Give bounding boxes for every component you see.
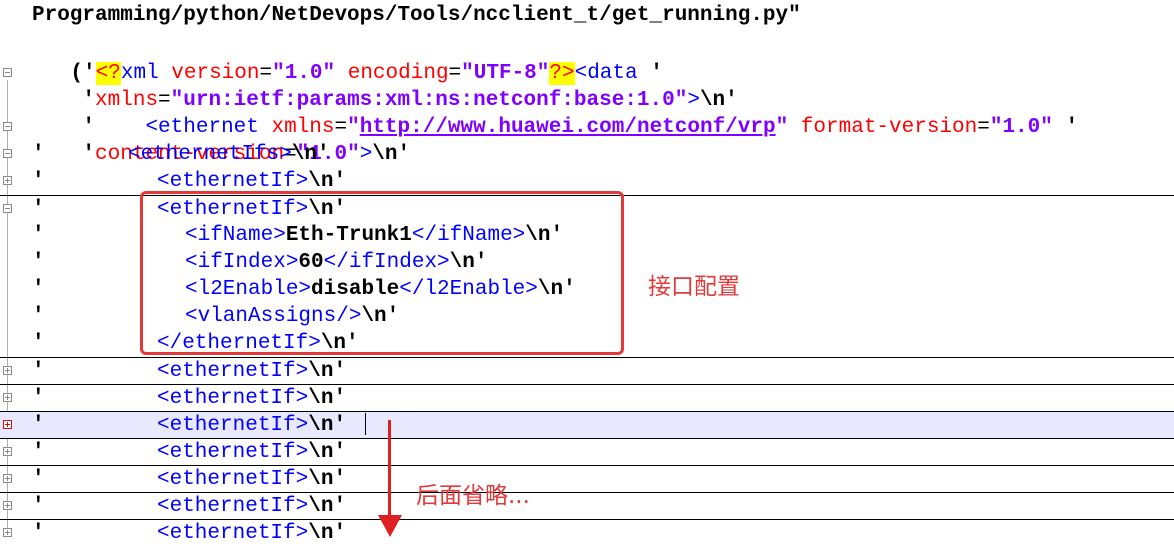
newline-escape: \n [308, 441, 334, 464]
ethernetIf-tag: <ethernetIf> [157, 170, 309, 193]
ethernetIf-tag: <ethernetIf> [157, 414, 309, 437]
quote: ' [333, 170, 347, 193]
quote: ' [32, 143, 45, 166]
ethernetIf-tag: <ethernetIf> [157, 522, 309, 545]
quote: ' [32, 224, 45, 247]
fold-minus-icon[interactable] [3, 68, 12, 77]
down-arrow-head-icon [378, 515, 402, 537]
code-line-1[interactable]: ('<?xml version="1.0" encoding="UTF-8"?>… [0, 33, 1174, 85]
quote: ' [32, 278, 45, 301]
quote: ' [317, 143, 330, 166]
newline-escape: \n [308, 170, 334, 193]
quote: ' [32, 468, 45, 491]
quote: ' [32, 360, 45, 383]
code-line-18[interactable]: ' <ethernetIf>\n' [0, 492, 1174, 519]
ethernetIf-tag: <ethernetIf> [157, 441, 309, 464]
fold-minus-icon[interactable] [3, 149, 12, 158]
fold-plus-icon[interactable] [3, 501, 12, 510]
quote: ' [333, 360, 347, 383]
newline-escape: \n [291, 143, 318, 166]
fold-minus-icon[interactable] [3, 204, 12, 213]
fold-plus-icon[interactable] [3, 447, 12, 456]
quote: ' [32, 170, 45, 193]
interface-config-annotation: 接口配置 [648, 274, 740, 300]
text-cursor [365, 413, 366, 435]
omitted-annotation: 后面省略... [416, 483, 530, 509]
fold-plus-icon[interactable] [3, 366, 12, 375]
quote: ' [32, 522, 45, 545]
code-line-3[interactable]: ' <ethernet xmlns="http://www.huawei.com… [0, 87, 1174, 139]
quote: ' [333, 387, 347, 410]
quote: ' [333, 414, 347, 437]
code-line-16[interactable]: ' <ethernetIf>\n' [0, 438, 1174, 465]
ethernetIfs-tag: <ethernetIfs> [128, 143, 292, 166]
interface-config-highlight-box [140, 191, 624, 355]
quote: ' [333, 468, 347, 491]
code-line-19[interactable]: ' <ethernetIf>\n' [0, 519, 1174, 546]
fold-plus-icon[interactable] [3, 393, 12, 402]
newline-escape: \n [308, 495, 334, 518]
code-line-17[interactable]: ' <ethernetIf>\n' [0, 465, 1174, 492]
quote: ' [333, 441, 347, 464]
newline-escape: \n [308, 414, 334, 437]
quote: ' [32, 441, 45, 464]
ethernetIf-tag: <ethernetIf> [157, 360, 309, 383]
fold-plus-icon[interactable] [3, 528, 12, 537]
quote: ' [32, 305, 45, 328]
quote: ' [32, 414, 45, 437]
code-line-14[interactable]: ' <ethernetIf>\n' [0, 384, 1174, 411]
newline-escape: \n [308, 360, 334, 383]
quote: ' [333, 495, 347, 518]
newline-escape: \n [308, 387, 334, 410]
ethernetIf-tag: <ethernetIf> [157, 387, 309, 410]
code-line-13[interactable]: ' <ethernetIf>\n' [0, 357, 1174, 384]
quote: ' [32, 332, 45, 355]
fold-plus-icon[interactable] [3, 420, 12, 429]
code-line-4[interactable]: 'content-version="1.0">\n' [0, 114, 1174, 166]
code-line-15-current[interactable]: ' <ethernetIf>\n' [0, 411, 1174, 438]
file-path-title: Programming/python/NetDevops/Tools/nccli… [32, 4, 801, 27]
ethernetIf-tag: <ethernetIf> [157, 468, 309, 491]
quote: ' [32, 198, 45, 221]
code-line-5[interactable]: ' <ethernetIfs>\n' [0, 141, 1174, 168]
fold-minus-icon[interactable] [3, 122, 12, 131]
ethernetIf-tag: <ethernetIf> [157, 495, 309, 518]
quote: ' [32, 495, 45, 518]
quote: ' [333, 522, 347, 545]
quote: ' [32, 251, 45, 274]
down-arrow-icon [388, 420, 391, 520]
fold-plus-icon[interactable] [3, 176, 12, 185]
code-line-2[interactable]: 'xmlns="urn:ietf:params:xml:ns:netconf:b… [0, 60, 1174, 112]
fold-plus-icon[interactable] [3, 474, 12, 483]
quote: ' [32, 387, 45, 410]
newline-escape: \n [308, 522, 334, 545]
newline-escape: \n [308, 468, 334, 491]
